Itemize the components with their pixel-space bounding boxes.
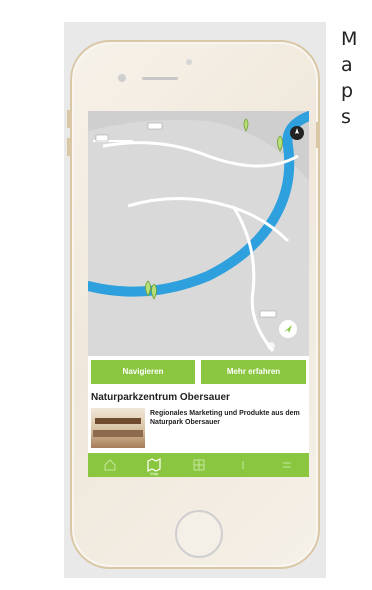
maps-letter-1: M (341, 28, 358, 50)
maps-letter-4: s (341, 106, 351, 128)
map-canvas[interactable] (88, 111, 309, 356)
volume-up-button (67, 110, 70, 128)
poi-thumbnail[interactable] (91, 408, 145, 448)
tab-more[interactable] (265, 453, 309, 477)
map-view[interactable] (88, 111, 309, 356)
phone-screen: Navigieren Mehr erfahren Naturparkzentru… (88, 111, 309, 477)
road-label-shield (259, 310, 277, 318)
tab-home[interactable] (88, 453, 132, 477)
bottom-tab-bar: Map (88, 453, 309, 477)
home-button[interactable] (175, 510, 223, 558)
tab-grid[interactable] (176, 453, 220, 477)
map-dot (267, 342, 275, 350)
info-icon (242, 461, 244, 469)
poi-description: Regionales Marketing und Produkte aus de… (150, 410, 300, 426)
thumbnail-shelf (95, 418, 141, 424)
maps-vertical-label: M a p s (341, 26, 371, 130)
grid-icon (193, 459, 204, 471)
proximity-sensor (186, 59, 192, 65)
map-icon (147, 458, 161, 472)
poi-title: Naturparkzentrum Obersauer (91, 392, 230, 403)
front-camera (118, 74, 126, 82)
thumbnail-shelf (93, 430, 143, 437)
learn-more-button[interactable]: Mehr erfahren (201, 360, 306, 384)
volume-down-button (67, 138, 70, 156)
road-label-shield (147, 122, 163, 130)
tab-map-label: Map (150, 471, 159, 476)
home-icon (104, 459, 116, 471)
tab-map[interactable]: Map (132, 453, 176, 477)
action-buttons: Navigieren Mehr erfahren (88, 360, 309, 386)
more-icon (282, 462, 291, 468)
road-label-shield (95, 134, 109, 142)
navigate-button[interactable]: Navigieren (91, 360, 195, 384)
power-button (316, 122, 319, 148)
maps-letter-2: a (341, 54, 353, 76)
maps-letter-3: p (341, 80, 354, 102)
earpiece-speaker (142, 77, 178, 80)
tab-info[interactable] (221, 453, 265, 477)
